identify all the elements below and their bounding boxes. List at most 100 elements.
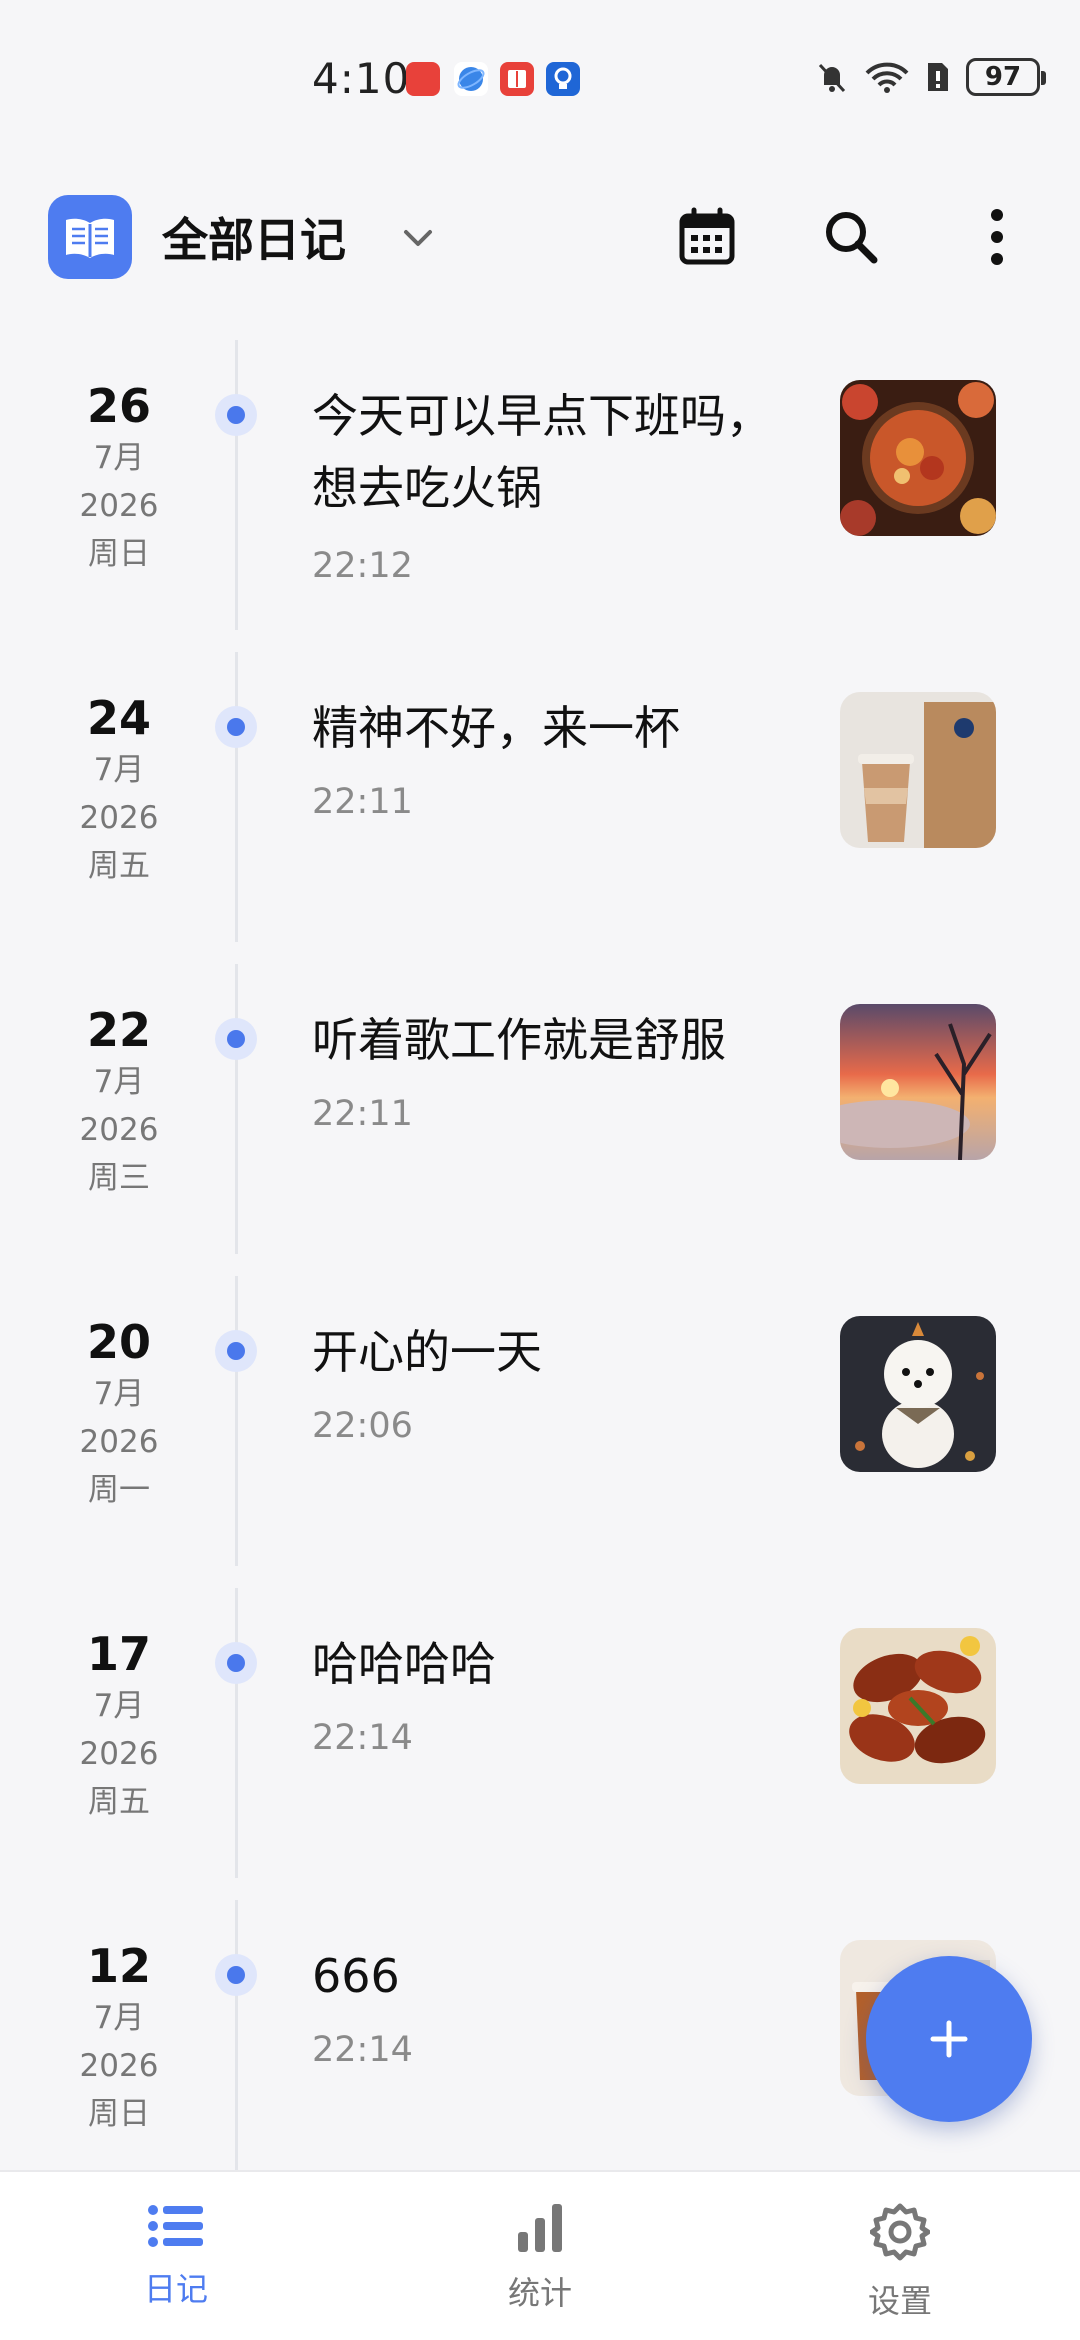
- entry-month: 7月: [93, 1064, 145, 1100]
- reader-icon: [500, 62, 534, 96]
- entry-weekday: 周一: [88, 1472, 150, 1508]
- tips-icon: [546, 62, 580, 96]
- entry-text: 今天可以早点下班吗，想去吃火锅: [312, 389, 772, 515]
- entry-year: 2026: [79, 488, 159, 524]
- entry-day: 22: [86, 1003, 151, 1057]
- timeline-line: [235, 1276, 238, 1566]
- search-button[interactable]: [816, 202, 886, 272]
- entry-time: 22:06: [312, 1406, 413, 1446]
- timeline-dot: [227, 718, 245, 736]
- entry-month: 7月: [93, 440, 145, 476]
- nav-settings[interactable]: 设置: [800, 2202, 1000, 2322]
- entry-weekday: 周五: [88, 848, 150, 884]
- entry-time: 22:11: [312, 1094, 413, 1134]
- chicken-wings-photo[interactable]: [840, 1628, 996, 1784]
- entry-year: 2026: [79, 1112, 159, 1148]
- entry-year: 2026: [79, 2048, 159, 2084]
- battery-level: 97: [984, 62, 1022, 92]
- nav-stats-label: 统计: [507, 2274, 572, 2312]
- puppy-photo[interactable]: [840, 1316, 996, 1472]
- entry-weekday: 周三: [88, 1160, 150, 1196]
- timeline-dot: [227, 1654, 245, 1672]
- diary-filter-title[interactable]: 全部日记: [162, 204, 346, 270]
- entry-time: 22:14: [312, 1718, 413, 1758]
- sim-icon: [928, 63, 948, 91]
- calendar-button[interactable]: [672, 202, 742, 272]
- mute-icon: [818, 63, 846, 93]
- entry-day: 17: [86, 1627, 151, 1681]
- timeline-line: [235, 964, 238, 1254]
- sunset-photo[interactable]: [840, 1004, 996, 1160]
- timeline-dot: [227, 1966, 245, 1984]
- list-icon: [148, 2205, 203, 2247]
- more-vert-icon: [991, 209, 1003, 265]
- plus-icon: [930, 2020, 968, 2058]
- diary-app-screen: { "status_bar": { "time": "4:10", "batte…: [0, 0, 1080, 2340]
- entry-year: 2026: [79, 1424, 159, 1460]
- bottom-nav: 日记 统计 设置: [0, 2170, 1080, 2340]
- timeline-dot: [227, 1030, 245, 1048]
- entry-text: 哈哈哈哈: [312, 1637, 496, 1691]
- entry-year: 2026: [79, 800, 159, 836]
- entry-weekday: 周日: [88, 2096, 150, 2132]
- chevron-down-icon[interactable]: [396, 216, 440, 260]
- bar-chart-icon: [518, 2204, 562, 2252]
- entry-date: 26 7月 2026 周日: [60, 378, 178, 578]
- timeline-dot: [227, 406, 245, 424]
- timeline-line: [235, 652, 238, 942]
- browser-icon: [454, 62, 488, 96]
- nav-diary-label: 日记: [143, 2270, 208, 2308]
- entry-day: 12: [86, 1939, 151, 1993]
- nav-diary[interactable]: 日记: [76, 2202, 276, 2310]
- hotpot-photo[interactable]: [840, 380, 996, 536]
- timeline-line: [235, 1588, 238, 1878]
- status-bar: 4:10 97: [0, 0, 1080, 150]
- entry-month: 7月: [93, 2000, 145, 2036]
- gear-icon: [869, 2203, 931, 2261]
- diary-entry[interactable]: 22 7月 2026 周三 听着歌工作就是舒服 22:11: [0, 964, 1080, 1276]
- entry-text: 精神不好，来一杯: [312, 701, 680, 755]
- entry-text: 听着歌工作就是舒服: [312, 1013, 726, 1067]
- entry-text: 666: [312, 1949, 400, 2003]
- timeline-line: [235, 1900, 238, 2190]
- status-time: 4:10: [312, 54, 411, 103]
- diary-entry[interactable]: 26 7月 2026 周日 今天可以早点下班吗，想去吃火锅 22:12: [0, 340, 1080, 652]
- wifi-icon: [865, 62, 909, 93]
- entry-month: 7月: [93, 1376, 145, 1412]
- search-icon: [826, 212, 878, 264]
- entry-weekday: 周日: [88, 536, 150, 572]
- entry-year: 2026: [79, 1736, 159, 1772]
- entry-time: 22:14: [312, 2030, 413, 2070]
- nav-stats[interactable]: 统计: [440, 2202, 640, 2314]
- entry-day: 20: [86, 1315, 151, 1369]
- entry-month: 7月: [93, 752, 145, 788]
- nav-settings-label: 设置: [867, 2282, 932, 2320]
- entry-day: 24: [86, 691, 151, 745]
- entry-date: 20 7月 2026 周一: [60, 1314, 178, 1514]
- app-header: 全部日记: [0, 180, 1080, 300]
- entry-date: 24 7月 2026 周五: [60, 690, 178, 890]
- more-button[interactable]: [962, 202, 1032, 272]
- book-icon: [48, 195, 132, 279]
- diary-list: 26 7月 2026 周日 今天可以早点下班吗，想去吃火锅 22:12 24 7…: [0, 340, 1080, 2212]
- entry-date: 12 7月 2026 周日: [60, 1938, 178, 2138]
- status-right: 97: [814, 58, 1046, 96]
- calendar-icon: [679, 207, 735, 265]
- entry-day: 26: [86, 379, 151, 433]
- huawei-store-icon: [406, 62, 440, 96]
- coffee-photo[interactable]: [840, 692, 996, 848]
- entry-date: 17 7月 2026 周五: [60, 1626, 178, 1826]
- entry-month: 7月: [93, 1688, 145, 1724]
- diary-entry[interactable]: 20 7月 2026 周一 开心的一天 22:06: [0, 1276, 1080, 1588]
- entry-date: 22 7月 2026 周三: [60, 1002, 178, 1202]
- diary-entry[interactable]: 17 7月 2026 周五 哈哈哈哈 22:14: [0, 1588, 1080, 1900]
- entry-text: 开心的一天: [312, 1325, 542, 1379]
- add-entry-button[interactable]: [866, 1956, 1032, 2122]
- timeline-line: [235, 340, 238, 630]
- battery-icon: 97: [966, 58, 1046, 96]
- entry-time: 22:12: [312, 546, 413, 586]
- timeline-dot: [227, 1342, 245, 1360]
- entry-weekday: 周五: [88, 1784, 150, 1820]
- diary-entry[interactable]: 24 7月 2026 周五 精神不好，来一杯 22:11: [0, 652, 1080, 964]
- entry-time: 22:11: [312, 782, 413, 822]
